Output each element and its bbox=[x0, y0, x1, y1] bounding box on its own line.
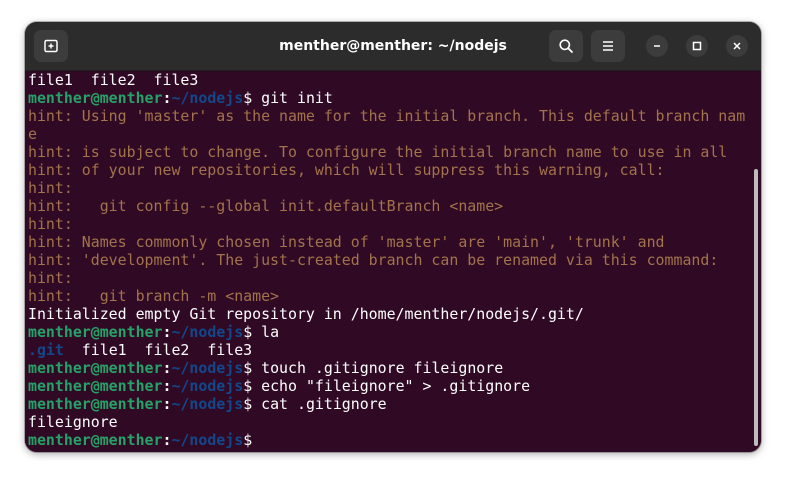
prompt-dollar: $ bbox=[243, 359, 253, 377]
hint-line: hint: Using 'master' as the name for the… bbox=[28, 107, 745, 125]
hint-text: hint: is subject to change. To configure… bbox=[28, 143, 728, 161]
close-icon bbox=[733, 42, 741, 50]
hint-text: hint: Names commonly chosen instead of '… bbox=[28, 233, 665, 251]
output-text: file1 file2 file3 bbox=[28, 71, 199, 89]
new-tab-button[interactable] bbox=[34, 30, 68, 62]
command-line: menther@menther:~/nodejs$ git init bbox=[28, 89, 745, 107]
prompt-path: ~/nodejs bbox=[171, 395, 244, 413]
command-text: la bbox=[252, 323, 280, 341]
search-button[interactable] bbox=[549, 30, 583, 62]
prompt-user-host: menther@menther bbox=[28, 89, 163, 107]
terminal-lines: file1 file2 file3 menther@menther:~/nodej… bbox=[28, 71, 745, 449]
prompt-dollar: $ bbox=[243, 323, 253, 341]
hint-text: hint: bbox=[28, 179, 73, 197]
prompt-user-host: menther@menther bbox=[28, 359, 163, 377]
output-line: file1 file2 file3 bbox=[28, 71, 745, 89]
listing-line: .git file1 file2 file3 bbox=[28, 341, 745, 359]
hint-text: hint: of your new repositories, which wi… bbox=[28, 161, 665, 179]
prompt-user-host: menther@menther bbox=[28, 431, 163, 449]
hint-line: hint: bbox=[28, 215, 745, 233]
hint-line: hint: Names commonly chosen instead of '… bbox=[28, 233, 745, 251]
menu-button[interactable] bbox=[591, 30, 625, 62]
hint-line: hint: 'development'. The just-created br… bbox=[28, 251, 745, 269]
new-tab-icon bbox=[44, 39, 58, 53]
maximize-icon bbox=[692, 41, 702, 51]
hint-text: hint: Using 'master' as the name for the… bbox=[28, 107, 746, 125]
hint-line: hint: bbox=[28, 179, 745, 197]
prompt-dollar: $ bbox=[243, 89, 253, 107]
terminal-window: menther@menther: ~/nodejs file1 file2 fi… bbox=[25, 22, 761, 452]
hint-text: hint: git branch -m <name> bbox=[28, 287, 280, 305]
hint-text: hint: 'development'. The just-created br… bbox=[28, 251, 719, 269]
output-line: Initialized empty Git repository in /hom… bbox=[28, 305, 745, 323]
prompt-user-host: menther@menther bbox=[28, 395, 163, 413]
command-line: menther@menther:~/nodejs$ bbox=[28, 431, 745, 449]
directory-entry: .git bbox=[28, 341, 64, 359]
command-text: git init bbox=[252, 89, 333, 107]
command-line: menther@menther:~/nodejs$ echo "fileigno… bbox=[28, 377, 745, 395]
prompt-user-host: menther@menther bbox=[28, 377, 163, 395]
command-line: menther@menther:~/nodejs$ touch .gitigno… bbox=[28, 359, 745, 377]
output-text: Initialized empty Git repository in /hom… bbox=[28, 305, 584, 323]
hint-text: hint: bbox=[28, 215, 73, 233]
hint-line: hint: git branch -m <name> bbox=[28, 287, 745, 305]
prompt-dollar: $ bbox=[243, 377, 253, 395]
prompt-path: ~/nodejs bbox=[171, 323, 244, 341]
maximize-button[interactable] bbox=[686, 35, 708, 57]
file-entries: file1 file2 file3 bbox=[63, 341, 253, 359]
prompt-path: ~/nodejs bbox=[171, 431, 244, 449]
terminal-output-area[interactable]: file1 file2 file3 menther@menther:~/nodej… bbox=[25, 71, 761, 452]
hint-line: hint: of your new repositories, which wi… bbox=[28, 161, 745, 179]
minimize-icon bbox=[654, 45, 660, 47]
search-icon bbox=[559, 39, 573, 53]
command-line: menther@menther:~/nodejs$ la bbox=[28, 323, 745, 341]
output-text: fileignore bbox=[28, 413, 118, 431]
command-line: menther@menther:~/nodejs$ cat .gitignore bbox=[28, 395, 745, 413]
hint-text: hint: bbox=[28, 269, 73, 287]
hint-line: hint: git config --global init.defaultBr… bbox=[28, 197, 745, 215]
hamburger-menu-icon bbox=[603, 41, 613, 51]
prompt-dollar: $ bbox=[243, 395, 253, 413]
prompt-dollar: $ bbox=[243, 431, 253, 449]
scrollbar[interactable] bbox=[754, 169, 758, 446]
hint-line: e bbox=[28, 125, 745, 143]
command-text: cat .gitignore bbox=[252, 395, 387, 413]
hint-text: hint: git config --global init.defaultBr… bbox=[28, 197, 504, 215]
command-text: touch .gitignore fileignore bbox=[252, 359, 504, 377]
hint-line: hint: bbox=[28, 269, 745, 287]
prompt-path: ~/nodejs bbox=[171, 377, 244, 395]
prompt-path: ~/nodejs bbox=[171, 359, 244, 377]
title-bar[interactable]: menther@menther: ~/nodejs bbox=[25, 22, 761, 71]
minimize-button[interactable] bbox=[646, 35, 668, 57]
command-text: echo "fileignore" > .gitignore bbox=[252, 377, 531, 395]
hint-text: e bbox=[28, 125, 37, 143]
close-button[interactable] bbox=[726, 35, 748, 57]
hint-line: hint: is subject to change. To configure… bbox=[28, 143, 745, 161]
prompt-path: ~/nodejs bbox=[171, 89, 244, 107]
output-line: fileignore bbox=[28, 413, 745, 431]
prompt-user-host: menther@menther bbox=[28, 323, 163, 341]
